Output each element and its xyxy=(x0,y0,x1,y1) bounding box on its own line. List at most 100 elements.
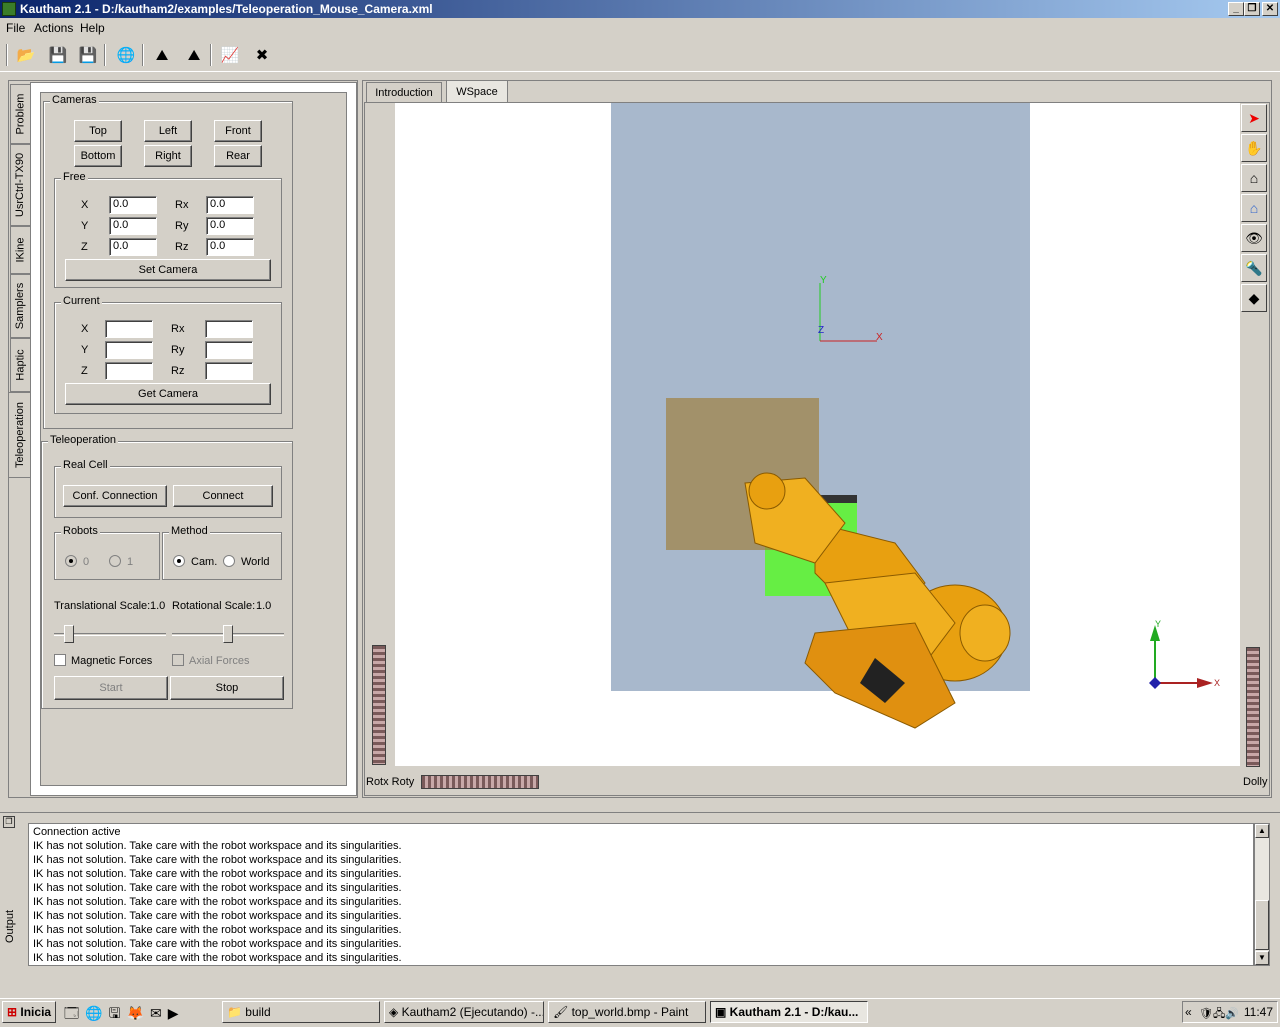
log-line: IK has not solution. Take care with the … xyxy=(33,952,402,964)
log-line: IK has not solution. Take care with the … xyxy=(33,924,402,936)
save-as-icon[interactable]: 💾 xyxy=(76,43,100,67)
get-camera-button[interactable]: Get Camera xyxy=(65,383,271,405)
translational-slider[interactable] xyxy=(64,625,75,643)
robot-config2-icon[interactable]: ⛰ xyxy=(182,43,206,67)
robot-1-radio[interactable] xyxy=(109,555,121,567)
tab-wspace[interactable]: WSpace xyxy=(446,80,508,102)
folder-icon: 📁 xyxy=(227,1005,246,1019)
task-paint[interactable]: 🖌 top_world.bmp - Paint xyxy=(548,1001,706,1023)
set-camera-button[interactable]: Set Camera xyxy=(65,259,271,281)
scroll-up-icon[interactable]: ▲ xyxy=(1255,824,1269,838)
camera-left-button[interactable]: Left xyxy=(144,120,192,142)
rotx-thumbwheel[interactable] xyxy=(372,645,386,765)
current-rx-input[interactable] xyxy=(205,320,253,338)
toolbar-separator xyxy=(104,44,106,66)
current-x-input[interactable] xyxy=(105,320,153,338)
tab-problem[interactable]: Problem xyxy=(10,84,30,144)
camera-bottom-button[interactable]: Bottom xyxy=(74,145,122,167)
corner-y-label: Y xyxy=(1155,619,1161,629)
conf-connection-button[interactable]: Conf. Connection xyxy=(63,485,167,507)
robot-0-radio[interactable] xyxy=(65,555,77,567)
tab-teleoperation[interactable]: Teleoperation xyxy=(8,392,32,478)
free-rz-input[interactable]: 0.0 xyxy=(206,238,254,256)
connect-button[interactable]: Connect xyxy=(173,485,273,507)
rotxy-label: Rotx Roty xyxy=(366,776,415,788)
magnetic-forces-checkbox[interactable] xyxy=(54,654,66,666)
free-z-input[interactable]: 0.0 xyxy=(109,238,157,256)
cameras-title: Cameras xyxy=(50,94,99,106)
dolly-thumbwheel[interactable] xyxy=(1246,647,1260,767)
projection-cube-icon[interactable]: ◆ xyxy=(1241,284,1267,312)
current-z-label: Z xyxy=(81,365,88,377)
tab-label: Haptic xyxy=(14,349,27,381)
camera-rear-button[interactable]: Rear xyxy=(214,145,262,167)
free-ry-input[interactable]: 0.0 xyxy=(206,217,254,235)
current-z-input[interactable] xyxy=(105,362,153,380)
home-icon[interactable]: ⌂ xyxy=(1241,164,1267,192)
tab-label: UsrCtrl-TX90 xyxy=(14,152,27,218)
tab-samplers[interactable]: Samplers xyxy=(10,274,30,338)
quicklaunch-icons[interactable]: 🗔🌐🖫🦊✉▶ xyxy=(64,1003,184,1027)
corner-z-marker xyxy=(1149,677,1161,689)
output-scrollbar[interactable]: ▲ ▼ xyxy=(1254,823,1270,966)
tray-expand-icon[interactable]: « xyxy=(1185,1005,1192,1019)
current-rz-input[interactable] xyxy=(205,362,253,380)
axial-forces-checkbox[interactable] xyxy=(172,654,184,666)
start-button[interactable]: Start xyxy=(54,676,168,700)
current-y-input[interactable] xyxy=(105,341,153,359)
tab-ikine[interactable]: IKine xyxy=(10,226,30,274)
task-kautham-ejecutando[interactable]: ◈ Kautham2 (Ejecutando) -... xyxy=(384,1001,544,1023)
seek-flashlight-icon[interactable]: 🔦 xyxy=(1241,254,1267,282)
current-x-label: X xyxy=(81,323,89,335)
scroll-down-icon[interactable]: ▼ xyxy=(1255,951,1269,965)
current-title: Current xyxy=(61,295,102,307)
method-cam-radio[interactable] xyxy=(173,555,185,567)
camera-top-button[interactable]: Top xyxy=(74,120,122,142)
camera-front-button[interactable]: Front xyxy=(214,120,262,142)
free-y-input[interactable]: 0.0 xyxy=(109,217,157,235)
output-log[interactable]: Connection active IK has not solution. T… xyxy=(28,823,1254,966)
minimize-button[interactable]: _ xyxy=(1228,2,1244,16)
rotational-slider[interactable] xyxy=(223,625,233,643)
globe-icon[interactable]: 🌐 xyxy=(114,43,138,67)
select-arrow-icon[interactable]: ➤ xyxy=(1241,104,1267,132)
free-rx-input[interactable]: 0.0 xyxy=(206,196,254,214)
menu-bar: File Actions Help xyxy=(0,18,1280,38)
window-title: Kautham 2.1 - D:/kautham2/examples/Teleo… xyxy=(20,2,433,16)
tab-introduction[interactable]: Introduction xyxy=(366,82,442,102)
maximize-button[interactable]: ❐ xyxy=(1244,2,1260,16)
free-x-input[interactable]: 0.0 xyxy=(109,196,157,214)
hand-pan-icon[interactable]: ✋ xyxy=(1241,134,1267,162)
close-button[interactable]: ✕ xyxy=(1262,2,1278,16)
toolbar: 📂 💾 💾 🌐 ⛰ ⛰ 📈 ✖ xyxy=(0,38,1280,72)
stop-button[interactable]: Stop xyxy=(170,676,284,700)
kautham-icon: ▣ xyxy=(715,1005,730,1019)
3d-viewport[interactable]: Y X Z Y X xyxy=(395,103,1240,766)
menu-help[interactable]: Help xyxy=(80,21,105,35)
current-ry-input[interactable] xyxy=(205,341,253,359)
task-kautham[interactable]: ▣ Kautham 2.1 - D:/kau... xyxy=(710,1001,868,1023)
method-world-label: World xyxy=(241,556,270,568)
save-icon[interactable]: 💾 xyxy=(46,43,70,67)
chart-icon[interactable]: 📈 xyxy=(218,43,242,67)
undock-icon[interactable]: ❐ xyxy=(3,816,15,828)
menu-file[interactable]: File xyxy=(6,21,25,35)
tab-haptic[interactable]: Haptic xyxy=(10,338,30,392)
roty-thumbwheel[interactable] xyxy=(421,775,539,789)
set-home-icon[interactable]: ⌂ xyxy=(1241,194,1267,222)
menu-actions[interactable]: Actions xyxy=(34,21,73,35)
task-build[interactable]: 📁 build xyxy=(222,1001,380,1023)
method-world-radio[interactable] xyxy=(223,555,235,567)
start-button[interactable]: ⊞ Inicia xyxy=(2,1001,56,1023)
current-rx-label: Rx xyxy=(171,323,185,335)
scroll-thumb[interactable] xyxy=(1255,900,1269,950)
close-problem-icon[interactable]: ✖ xyxy=(250,43,274,67)
world-y-label: Y xyxy=(820,275,827,286)
tray-icons[interactable]: 🛡🖧🔊 xyxy=(1199,1005,1239,1024)
free-ry-label: Ry xyxy=(175,220,189,232)
view-all-eye-icon[interactable]: 👁 xyxy=(1241,224,1267,252)
tab-usrctrl[interactable]: UsrCtrl-TX90 xyxy=(10,144,30,226)
robot-config-icon[interactable]: ⛰ xyxy=(150,43,174,67)
open-icon[interactable]: 📂 xyxy=(14,43,38,67)
camera-right-button[interactable]: Right xyxy=(144,145,192,167)
